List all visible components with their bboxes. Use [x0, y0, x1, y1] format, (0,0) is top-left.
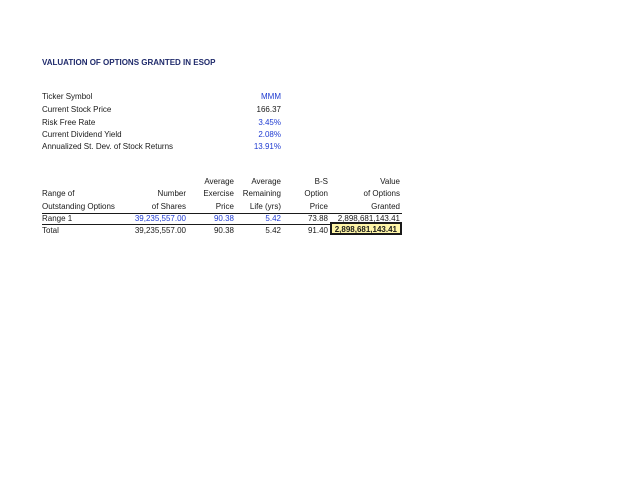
header-range-line2: Range of: [42, 189, 75, 198]
header-bs-line1: B-S: [314, 177, 328, 186]
dividend-yield-label: Current Dividend Yield: [42, 130, 122, 139]
row1-range: Range 1: [42, 214, 73, 223]
ticker-label: Ticker Symbol: [42, 92, 93, 101]
total-value-cell[interactable]: 2,898,681,143.41: [330, 222, 402, 235]
header-life-line2: Remaining: [242, 189, 281, 198]
header-exercise-line1: Average: [204, 177, 234, 186]
ticker-value[interactable]: MMM: [261, 92, 281, 102]
total-exercise: 90.38: [213, 226, 234, 235]
header-exercise-line2: Exercise: [203, 189, 234, 198]
header-value-line1: Value: [380, 177, 400, 186]
header-range-line3: Outstanding Options: [42, 202, 115, 211]
sheet-title: VALUATION OF OPTIONS GRANTED IN ESOP: [42, 58, 216, 67]
header-value-line3: Granted: [371, 202, 400, 211]
header-shares-line2: Number: [157, 189, 186, 198]
row1-shares[interactable]: 39,235,557.00: [135, 214, 186, 224]
header-life-line1: Average: [251, 177, 281, 186]
header-bs-line3: Price: [309, 202, 328, 211]
total-life: 5.42: [265, 226, 281, 235]
header-value-line2: of Options: [363, 189, 400, 198]
header-exercise-line3: Price: [215, 202, 234, 211]
risk-free-value[interactable]: 3.45%: [258, 118, 281, 128]
stock-price-value[interactable]: 166.37: [257, 105, 281, 115]
total-shares: 39,235,557.00: [134, 226, 186, 235]
stdev-value[interactable]: 13.91%: [254, 142, 281, 152]
header-life-line3: Life (yrs): [249, 202, 281, 211]
row1-exercise[interactable]: 90.38: [214, 214, 234, 224]
dividend-yield-value[interactable]: 2.08%: [258, 130, 281, 140]
risk-free-label: Risk Free Rate: [42, 118, 96, 127]
row1-bs: 73.88: [307, 214, 328, 223]
header-bs-line2: Option: [304, 189, 328, 198]
total-bs: 91.40: [307, 226, 328, 235]
row1-life[interactable]: 5.42: [265, 214, 281, 224]
total-value: 2,898,681,143.41: [334, 225, 397, 234]
total-range: Total: [42, 226, 59, 235]
stock-price-label: Current Stock Price: [42, 105, 112, 114]
stdev-label: Annualized St. Dev. of Stock Returns: [42, 142, 174, 151]
header-shares-line3: of Shares: [151, 202, 186, 211]
